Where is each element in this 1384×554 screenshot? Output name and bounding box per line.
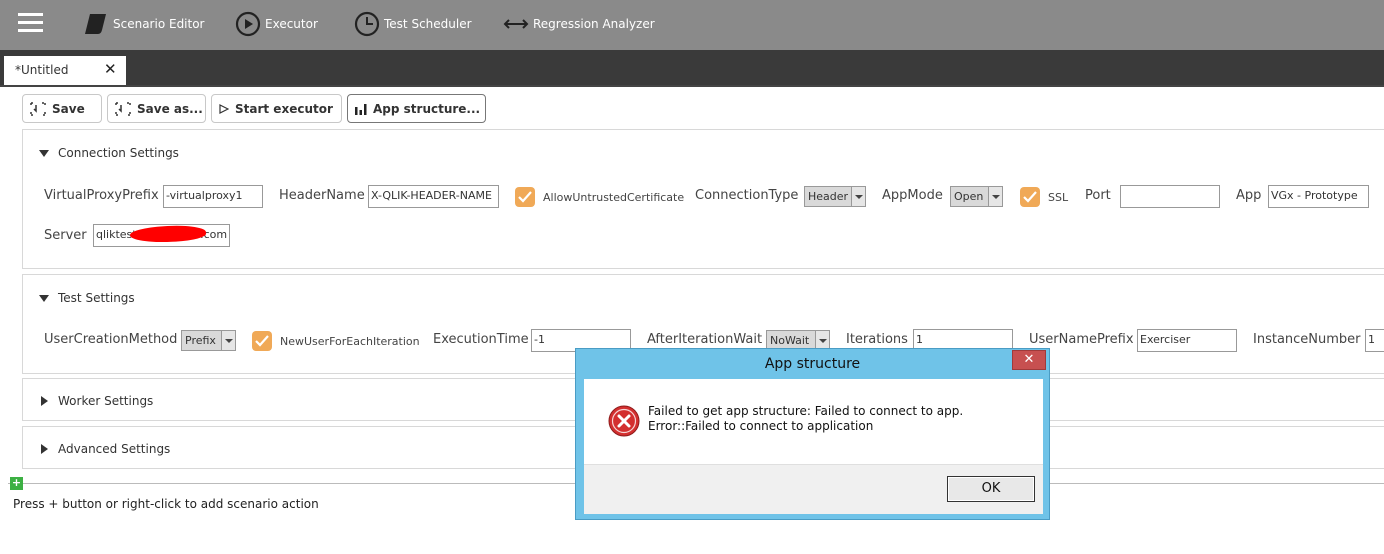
iterations-label: Iterations	[846, 332, 908, 347]
new-user-each-iteration-checkbox[interactable]	[252, 331, 272, 351]
port-input[interactable]	[1120, 185, 1220, 208]
new-user-each-iteration-label: NewUserForEachIteration	[280, 335, 420, 348]
arrows-horizontal-icon	[503, 19, 529, 29]
expand-triangle-icon	[41, 444, 48, 454]
app-label: App	[1236, 188, 1262, 203]
worker-settings-title: Worker Settings	[58, 394, 154, 408]
save-button-label: Save	[52, 101, 85, 116]
tab-strip: *Untitled ✕	[0, 50, 1384, 86]
user-creation-method-label: UserCreationMethod	[44, 332, 178, 347]
nav-scenario-editor-label: Scenario Editor	[113, 17, 205, 31]
advanced-settings-title: Advanced Settings	[58, 442, 171, 456]
dialog-body: Failed to get app structure: Failed to c…	[584, 379, 1043, 464]
instance-number-label: InstanceNumber	[1253, 332, 1361, 347]
nav-executor-label: Executor	[265, 17, 318, 31]
ssl-label: SSL	[1048, 191, 1069, 204]
virtual-proxy-prefix-label: VirtualProxyPrefix	[44, 188, 159, 203]
nav-scenario-editor[interactable]: Scenario Editor	[83, 0, 205, 48]
app-input[interactable]: VGx - Prototype	[1268, 185, 1369, 208]
start-executor-button-label: Start executor	[235, 101, 333, 116]
after-iteration-wait-value: NoWait	[770, 334, 810, 347]
app-structure-dialog: App structure ✕ Failed to get app struct…	[575, 348, 1050, 520]
dialog-footer: OK	[584, 464, 1043, 514]
scenario-hint: Press + button or right-click to add sce…	[13, 497, 319, 511]
instance-number-input[interactable]: 1	[1365, 329, 1384, 352]
dialog-message: Failed to get app structure: Failed to c…	[648, 404, 964, 433]
connection-type-value: Header	[808, 190, 849, 203]
app-mode-select[interactable]: Open	[950, 186, 1003, 207]
dropdown-arrow-icon	[221, 331, 235, 350]
test-settings-title: Test Settings	[58, 291, 135, 305]
virtual-proxy-prefix-input[interactable]: -virtualproxy1	[163, 185, 263, 208]
nav-regression-analyzer[interactable]: Regression Analyzer	[503, 0, 655, 48]
advanced-settings-header[interactable]: Advanced Settings	[39, 442, 170, 456]
play-outline-icon	[219, 103, 229, 114]
connection-settings-title: Connection Settings	[58, 146, 179, 160]
save-button[interactable]: Save	[22, 94, 102, 123]
checkmark-icon	[518, 191, 532, 203]
collapse-triangle-icon	[39, 294, 49, 302]
save-icon	[30, 101, 46, 116]
checkmark-icon	[255, 335, 269, 347]
save-as-button-label: Save as...	[137, 101, 203, 116]
tab-label: *Untitled	[15, 63, 69, 77]
dropdown-arrow-icon	[851, 187, 865, 206]
tab-divider	[0, 85, 1384, 87]
nav-executor[interactable]: Executor	[235, 0, 318, 48]
user-name-prefix-input[interactable]: Exerciser	[1137, 329, 1237, 352]
allow-untrusted-label: AllowUntrustedCertificate	[543, 191, 685, 204]
test-settings-header[interactable]: Test Settings	[39, 291, 135, 305]
user-creation-method-value: Prefix	[185, 334, 216, 347]
checkmark-icon	[1023, 191, 1037, 203]
allow-untrusted-checkbox[interactable]	[515, 187, 535, 207]
dialog-close-button[interactable]: ✕	[1012, 350, 1046, 370]
worker-settings-header[interactable]: Worker Settings	[39, 394, 153, 408]
user-name-prefix-label: UserNamePrefix	[1029, 332, 1134, 347]
app-mode-label: AppMode	[882, 188, 943, 203]
tab-untitled[interactable]: *Untitled ✕	[4, 56, 126, 86]
error-icon	[608, 405, 640, 437]
dialog-title: App structure	[764, 356, 861, 372]
hamburger-menu-icon[interactable]	[18, 13, 43, 33]
connection-type-label: ConnectionType	[695, 188, 799, 203]
nav-regression-analyzer-label: Regression Analyzer	[533, 17, 655, 31]
nav-test-scheduler[interactable]: Test Scheduler	[354, 0, 472, 48]
top-bar: Scenario Editor Executor Test Scheduler …	[0, 0, 1384, 50]
after-iteration-wait-label: AfterIterationWait	[647, 332, 763, 347]
tab-close-icon[interactable]: ✕	[104, 62, 117, 77]
ok-button[interactable]: OK	[947, 476, 1035, 502]
header-name-label: HeaderName	[279, 188, 365, 203]
start-executor-button[interactable]: Start executor	[211, 94, 342, 123]
header-name-input[interactable]: X-QLIK-HEADER-NAME	[368, 185, 499, 208]
connection-settings-panel: Connection Settings VirtualProxyPrefix -…	[22, 129, 1384, 269]
play-circle-icon	[235, 11, 261, 37]
save-as-icon	[115, 101, 131, 116]
dropdown-arrow-icon	[988, 187, 1002, 206]
ssl-checkbox[interactable]	[1020, 187, 1040, 207]
app-structure-button[interactable]: App structure...	[347, 94, 486, 123]
expand-triangle-icon	[41, 396, 48, 406]
bar-chart-icon	[355, 103, 367, 115]
collapse-triangle-icon	[39, 149, 49, 157]
connection-settings-header[interactable]: Connection Settings	[39, 146, 179, 160]
add-action-button[interactable]: +	[10, 477, 23, 490]
port-label: Port	[1085, 188, 1111, 203]
app-structure-button-label: App structure...	[373, 101, 481, 116]
user-creation-method-select[interactable]: Prefix	[181, 330, 236, 351]
save-as-button[interactable]: Save as...	[107, 94, 206, 123]
nav-test-scheduler-label: Test Scheduler	[384, 17, 472, 31]
clock-icon	[354, 11, 380, 37]
server-label: Server	[44, 228, 87, 243]
app-mode-value: Open	[954, 190, 984, 203]
execution-time-label: ExecutionTime	[433, 332, 529, 347]
script-icon	[85, 14, 106, 34]
connection-type-select[interactable]: Header	[804, 186, 866, 207]
